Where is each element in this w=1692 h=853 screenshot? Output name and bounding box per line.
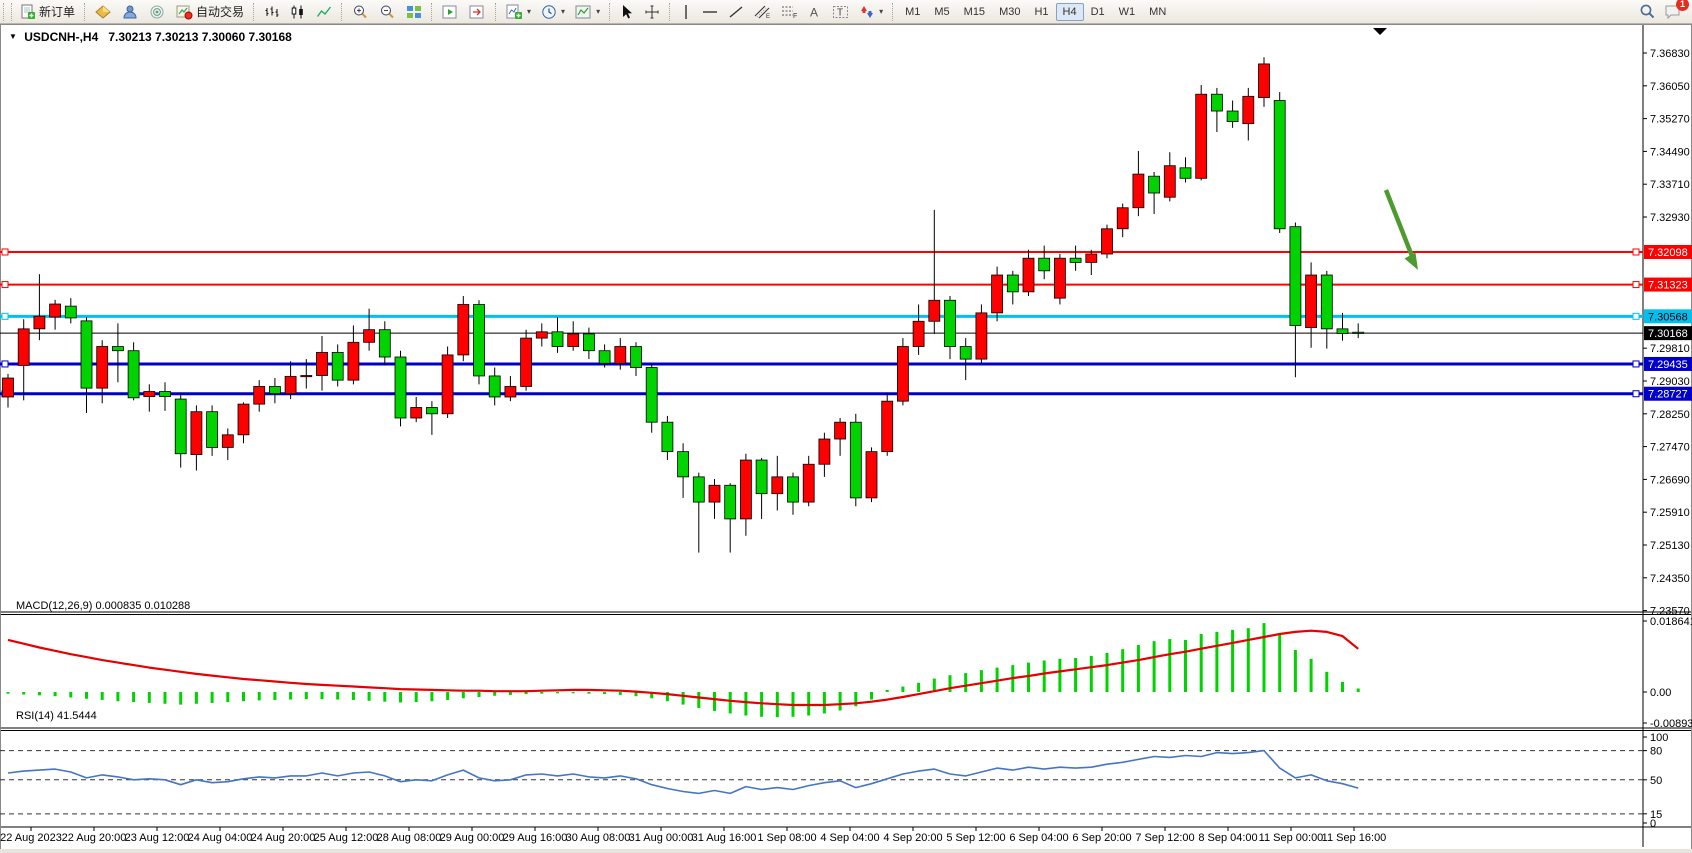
svg-text:7.31323: 7.31323 — [1648, 280, 1688, 292]
rsi-value-line — [8, 751, 1358, 794]
svg-text:0.018641: 0.018641 — [1650, 616, 1692, 628]
svg-text:7.29810: 7.29810 — [1650, 343, 1690, 355]
svg-text:22 Aug 20:00: 22 Aug 20:00 — [62, 832, 127, 844]
chart-canvas[interactable]: 7.36830 7.36050 7.35270 7.34490 7.33710 7.329… — [0, 0, 1692, 853]
svg-text:30 Aug 08:00: 30 Aug 08:00 — [566, 832, 631, 844]
chart-shift-marker[interactable] — [1373, 28, 1387, 35]
svg-text:29 Aug 00:00: 29 Aug 00:00 — [440, 832, 505, 844]
svg-text:7.36830: 7.36830 — [1650, 48, 1690, 60]
pane-separators[interactable] — [1, 612, 1691, 827]
svg-text:7.35270: 7.35270 — [1650, 114, 1690, 126]
svg-text:6 Sep 04:00: 6 Sep 04:00 — [1009, 832, 1068, 844]
svg-text:7.29435: 7.29435 — [1648, 359, 1688, 371]
svg-text:23 Aug 12:00: 23 Aug 12:00 — [125, 832, 190, 844]
svg-text:6 Sep 20:00: 6 Sep 20:00 — [1072, 832, 1131, 844]
time-axis[interactable]: 22 Aug 202322 Aug 20:0023 Aug 12:0024 Au… — [0, 827, 1386, 844]
arrow-annotation[interactable] — [1386, 190, 1418, 270]
macd-axis-labels[interactable]: 0.018641 0.00 -0.008934 — [1643, 616, 1692, 730]
svg-text:7.27470: 7.27470 — [1650, 442, 1690, 454]
collapse-triangle-icon[interactable]: ▼ — [9, 32, 17, 41]
svg-text:29 Aug 16:00: 29 Aug 16:00 — [503, 832, 568, 844]
svg-text:7.32930: 7.32930 — [1650, 212, 1690, 224]
svg-text:5 Sep 12:00: 5 Sep 12:00 — [946, 832, 1005, 844]
svg-text:7.33710: 7.33710 — [1650, 179, 1690, 191]
rsi-axis-labels[interactable]: 1008050150 — [1643, 732, 1668, 830]
svg-text:7.24350: 7.24350 — [1650, 573, 1690, 585]
svg-text:28 Aug 08:00: 28 Aug 08:00 — [377, 832, 442, 844]
svg-text:7.28250: 7.28250 — [1650, 409, 1690, 421]
rsi-pane — [0, 751, 1643, 814]
svg-text:7.32098: 7.32098 — [1648, 247, 1688, 259]
candles-layer — [3, 57, 1364, 552]
svg-text:0.00: 0.00 — [1650, 687, 1671, 699]
svg-text:0: 0 — [1650, 818, 1656, 830]
svg-text:7 Sep 12:00: 7 Sep 12:00 — [1135, 832, 1194, 844]
svg-text:-0.008934: -0.008934 — [1650, 718, 1692, 730]
svg-text:11 Sep 16:00: 11 Sep 16:00 — [1322, 832, 1387, 844]
svg-text:7.30168: 7.30168 — [1648, 328, 1688, 340]
svg-text:7.25910: 7.25910 — [1650, 507, 1690, 519]
svg-text:1 Sep 08:00: 1 Sep 08:00 — [757, 832, 816, 844]
svg-text:4 Sep 04:00: 4 Sep 04:00 — [820, 832, 879, 844]
svg-text:7.34490: 7.34490 — [1650, 146, 1690, 158]
level-lines[interactable]: 7.32098 7.31323 7.30568 7.29435 7.28727 — [0, 245, 1692, 401]
svg-text:22 Aug 2023: 22 Aug 2023 — [0, 832, 62, 844]
svg-text:7.28727: 7.28727 — [1648, 389, 1688, 401]
svg-text:31 Aug 00:00: 31 Aug 00:00 — [629, 832, 694, 844]
svg-text:50: 50 — [1650, 775, 1662, 787]
status-strip — [0, 849, 1692, 853]
rsi-indicator-label: RSI(14) 41.5444 — [16, 710, 97, 722]
svg-text:11 Sep 00:00: 11 Sep 00:00 — [1259, 832, 1324, 844]
svg-text:7.36050: 7.36050 — [1650, 81, 1690, 93]
chart-symbol-period: USDCNH-,H4 — [24, 30, 98, 44]
svg-text:80: 80 — [1650, 746, 1662, 758]
svg-text:7.26690: 7.26690 — [1650, 474, 1690, 486]
svg-text:8 Sep 04:00: 8 Sep 04:00 — [1198, 832, 1257, 844]
svg-text:7.30568: 7.30568 — [1648, 311, 1688, 323]
svg-text:31 Aug 16:00: 31 Aug 16:00 — [692, 832, 757, 844]
chart-title: ▼ USDCNH-,H4 7.30213 7.30213 7.30060 7.3… — [9, 30, 292, 44]
macd-indicator-label: MACD(12,26,9) 0.000835 0.010288 — [16, 600, 190, 612]
svg-text:25 Aug 12:00: 25 Aug 12:00 — [314, 832, 379, 844]
svg-text:24 Aug 20:00: 24 Aug 20:00 — [251, 832, 316, 844]
svg-text:24 Aug 04:00: 24 Aug 04:00 — [188, 832, 253, 844]
svg-text:4 Sep 20:00: 4 Sep 20:00 — [883, 832, 942, 844]
mt4-window: 新订单 自动交易 — [0, 0, 1692, 853]
svg-text:7.25130: 7.25130 — [1650, 540, 1690, 552]
chart-ohlc-values: 7.30213 7.30213 7.30060 7.30168 — [108, 30, 292, 44]
bid-price-line: 7.30168 — [0, 326, 1692, 340]
macd-pane — [7, 623, 1360, 717]
svg-text:7.29030: 7.29030 — [1650, 376, 1690, 388]
svg-text:100: 100 — [1650, 732, 1668, 744]
